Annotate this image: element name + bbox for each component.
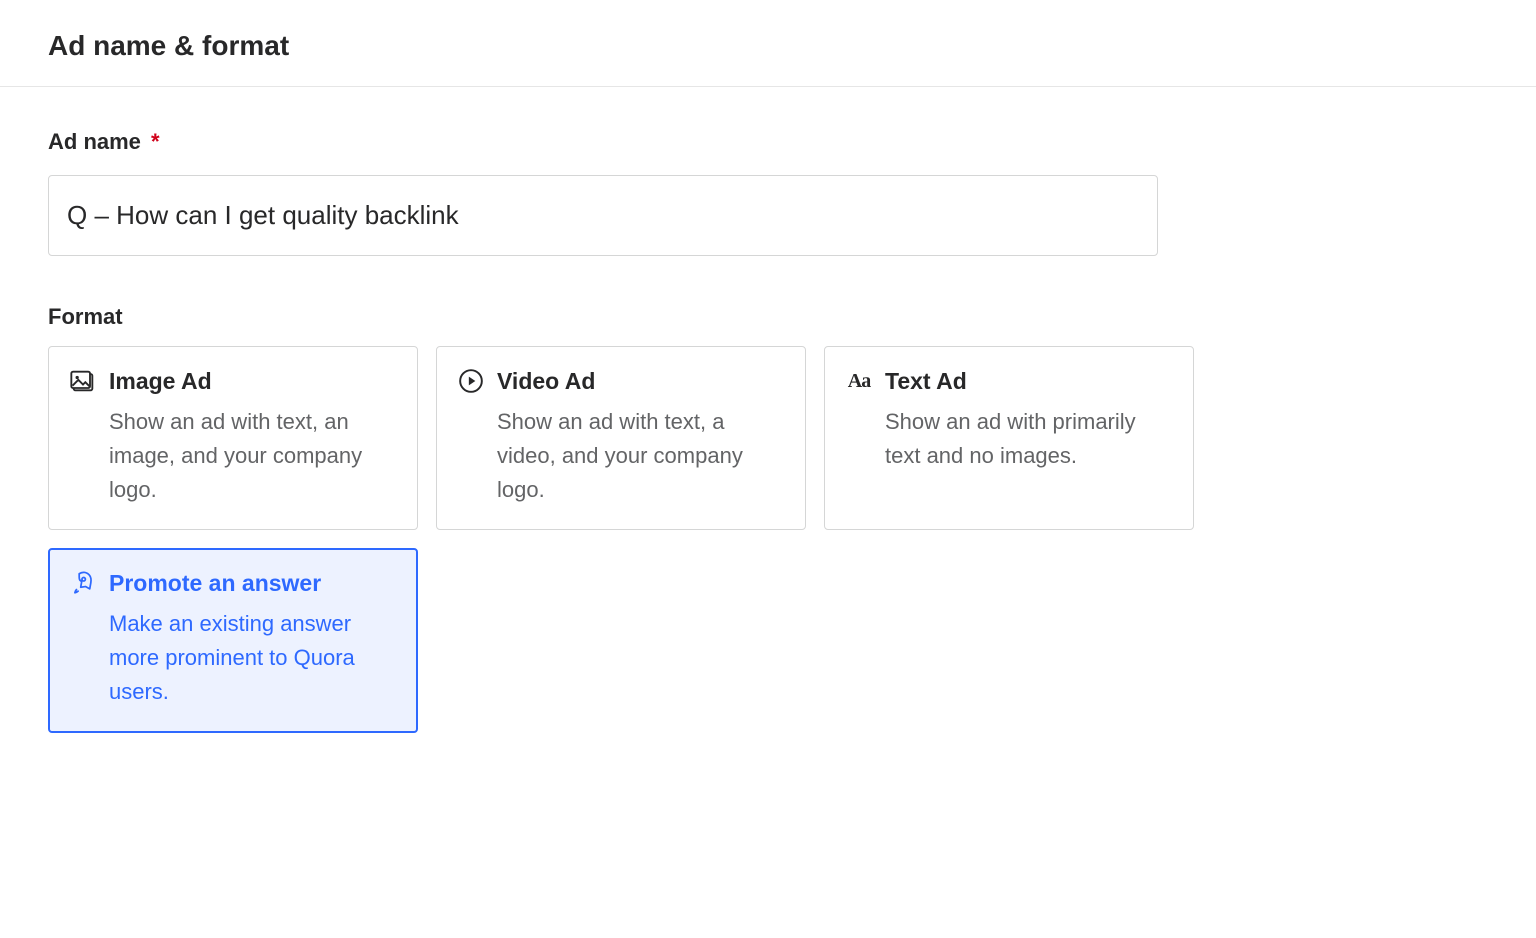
format-description: Show an ad with primarily text and no im… — [885, 405, 1175, 473]
image-icon — [69, 367, 97, 395]
format-card-header: Promote an answer — [69, 569, 399, 597]
format-description: Show an ad with text, an image, and your… — [109, 405, 399, 507]
rocket-icon — [69, 569, 97, 597]
format-card-header: Video Ad — [457, 367, 787, 395]
ad-name-input[interactable] — [48, 175, 1158, 256]
format-title: Text Ad — [885, 368, 967, 395]
format-title: Promote an answer — [109, 570, 321, 597]
content-area: Ad name * Format Image Ad Show an ad wit… — [0, 87, 1536, 775]
format-card-header: Aa Text Ad — [845, 367, 1175, 395]
text-aa-icon: Aa — [845, 367, 873, 395]
format-option-image[interactable]: Image Ad Show an ad with text, an image,… — [48, 346, 418, 530]
format-label: Format — [48, 304, 1488, 330]
format-option-text[interactable]: Aa Text Ad Show an ad with primarily tex… — [824, 346, 1194, 530]
format-options-grid: Image Ad Show an ad with text, an image,… — [48, 346, 1208, 733]
format-description: Make an existing answer more prominent t… — [109, 607, 399, 709]
format-card-header: Image Ad — [69, 367, 399, 395]
format-title: Video Ad — [497, 368, 595, 395]
format-description: Show an ad with text, a video, and your … — [497, 405, 787, 507]
format-option-promote[interactable]: Promote an answer Make an existing answe… — [48, 548, 418, 732]
required-asterisk: * — [151, 129, 160, 154]
page-title: Ad name & format — [48, 30, 1488, 62]
ad-name-label-text: Ad name — [48, 129, 141, 154]
format-title: Image Ad — [109, 368, 212, 395]
format-option-video[interactable]: Video Ad Show an ad with text, a video, … — [436, 346, 806, 530]
play-circle-icon — [457, 367, 485, 395]
ad-name-label: Ad name * — [48, 129, 1488, 155]
page-header: Ad name & format — [0, 0, 1536, 87]
